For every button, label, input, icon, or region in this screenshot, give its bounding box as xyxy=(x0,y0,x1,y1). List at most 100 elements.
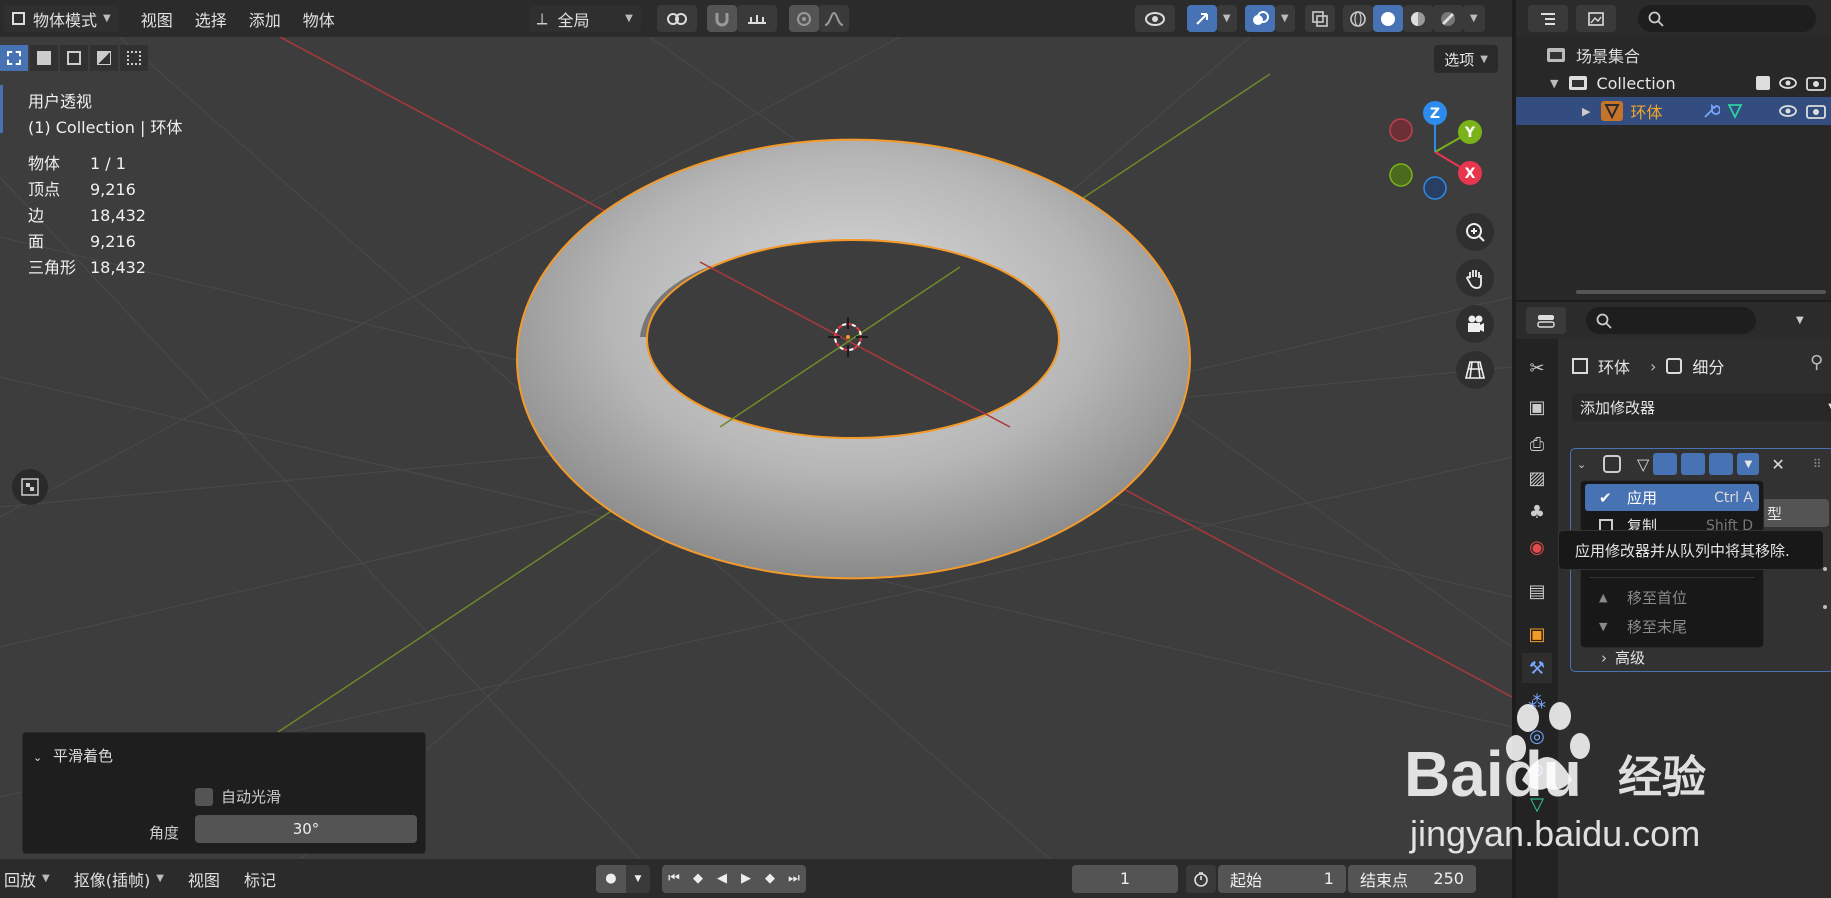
timeline-marker-menu[interactable]: 标记 xyxy=(236,865,284,892)
menu-item-move-first[interactable]: ▲ 移至首位 xyxy=(1585,584,1759,611)
keying-dropdown-small[interactable]: ▼ xyxy=(625,864,650,893)
proportional-edit-toggle[interactable] xyxy=(788,5,819,32)
outliner-row-torus[interactable]: ▶ 环体 xyxy=(1516,97,1831,125)
visibility-dropdown[interactable] xyxy=(1134,5,1175,32)
play-reverse-button[interactable]: ◀ xyxy=(709,864,734,893)
prev-keyframe-button[interactable]: ◆ xyxy=(685,864,710,893)
modifier-menu-dropdown[interactable]: ▼ xyxy=(1737,453,1760,475)
tab-view-layer[interactable]: ▨ xyxy=(1522,463,1552,493)
add-modifier-button[interactable]: 添加修改器 ▼ xyxy=(1572,393,1831,421)
mode-dropdown[interactable]: 物体模式 ▼ xyxy=(4,5,119,32)
shading-wireframe-button[interactable] xyxy=(1342,5,1373,32)
menu-add[interactable]: 添加 xyxy=(241,5,289,32)
tab-output[interactable]: ⎙ xyxy=(1522,429,1552,459)
overlays-dropdown[interactable]: ▼ xyxy=(1274,5,1295,32)
close-icon[interactable]: ✕ xyxy=(1771,455,1784,474)
outliner-scrollbar[interactable] xyxy=(1576,290,1826,294)
decorator-dot[interactable] xyxy=(1823,605,1827,609)
disclosure-triangle-icon[interactable]: ▼ xyxy=(1550,77,1558,90)
timeline-view-menu[interactable]: 视图 xyxy=(180,865,228,892)
tab-render[interactable]: ▣ xyxy=(1522,392,1552,422)
next-keyframe-button[interactable]: ◆ xyxy=(757,864,782,893)
decorator-dot[interactable] xyxy=(1823,567,1827,571)
select-extend-button[interactable] xyxy=(30,45,58,71)
exclude-checkbox[interactable] xyxy=(1756,76,1770,90)
snap-target-dropdown[interactable] xyxy=(736,5,777,32)
transform-orientation-dropdown[interactable]: ⟂ 全局 ▼ xyxy=(528,5,641,32)
play-button[interactable]: ▶ xyxy=(733,864,758,893)
auto-keying-button[interactable]: ● xyxy=(595,864,626,893)
outliner-row-scene-collection[interactable]: 场景集合 xyxy=(1516,41,1831,69)
camera-render-icon[interactable] xyxy=(1806,75,1826,91)
xray-toggle[interactable] xyxy=(1304,5,1335,32)
angle-field[interactable]: 30° xyxy=(195,815,417,843)
tab-modifiers[interactable]: ⚒ xyxy=(1522,653,1552,683)
editor-type-dropdown[interactable] xyxy=(1528,5,1568,32)
wrench-icon[interactable] xyxy=(1702,102,1720,120)
menu-item-apply[interactable]: ✔ 应用 Ctrl A xyxy=(1585,484,1759,511)
tab-tool[interactable]: ✂ xyxy=(1522,353,1552,383)
projection-toggle-button[interactable] xyxy=(1456,351,1494,389)
outliner-search-input[interactable] xyxy=(1638,5,1816,32)
tab-scene[interactable]: ♣ xyxy=(1522,497,1552,527)
eye-icon[interactable] xyxy=(1778,76,1798,90)
start-frame-field[interactable]: 起始 1 xyxy=(1217,864,1346,893)
camera-view-button[interactable] xyxy=(1456,305,1494,343)
vertex-data-icon[interactable] xyxy=(1726,102,1744,120)
menu-view[interactable]: 视图 xyxy=(133,5,181,32)
display-mode-dropdown[interactable] xyxy=(1576,5,1616,32)
edit-mode-toggle-icon[interactable]: ▽ xyxy=(1637,455,1649,474)
gizmo-neg-y[interactable] xyxy=(1389,163,1413,187)
menu-select[interactable]: 选择 xyxy=(187,5,235,32)
select-invert-button[interactable] xyxy=(90,45,118,71)
gizmo-neg-z[interactable] xyxy=(1423,176,1447,200)
camera-render-icon[interactable] xyxy=(1806,103,1826,119)
cage-toggle-icon[interactable] xyxy=(1653,453,1678,475)
toolbar-toggle-button[interactable] xyxy=(12,469,48,505)
eye-icon[interactable] xyxy=(1778,104,1798,118)
advanced-subpanel[interactable]: › 高级 xyxy=(1601,647,1645,668)
outliner-row-collection[interactable]: ▼ Collection xyxy=(1516,69,1831,97)
snap-toggle[interactable] xyxy=(706,5,737,32)
gizmo-neg-x[interactable] xyxy=(1389,118,1413,142)
pan-button[interactable] xyxy=(1456,259,1494,297)
render-toggle-icon[interactable] xyxy=(1709,453,1734,475)
shading-rendered-button[interactable] xyxy=(1432,5,1463,32)
jump-start-button[interactable]: ⏮ xyxy=(661,864,686,893)
properties-search-input[interactable] xyxy=(1586,307,1756,334)
panel-header[interactable]: ⌄ 平滑着色 xyxy=(33,745,113,766)
playback-dropdown[interactable]: 回放 ▼ xyxy=(0,865,58,892)
frame-range-toggle[interactable] xyxy=(1185,864,1216,893)
select-subtract-button[interactable] xyxy=(60,45,88,71)
torus-object[interactable] xyxy=(515,138,1192,580)
select-new-button[interactable] xyxy=(0,45,28,71)
menu-object[interactable]: 物体 xyxy=(295,5,343,32)
tab-world[interactable]: ◉ xyxy=(1522,532,1552,562)
navigation-gizmo[interactable]: Z Y X xyxy=(1380,97,1490,207)
jump-end-button[interactable]: ⏭ xyxy=(781,864,806,893)
tab-collection[interactable]: ▤ xyxy=(1522,576,1552,606)
end-frame-field[interactable]: 结束点 250 xyxy=(1347,864,1476,893)
editor-type-dropdown[interactable] xyxy=(1526,307,1566,334)
shading-solid-button[interactable] xyxy=(1372,5,1403,32)
expand-triangle-icon[interactable]: ▶ xyxy=(1582,105,1590,118)
pivot-point-button[interactable] xyxy=(656,5,697,32)
pin-icon[interactable]: ⚲ xyxy=(1810,352,1823,373)
menu-item-move-last[interactable]: ▼ 移至末尾 xyxy=(1585,613,1759,640)
overlays-toggle[interactable] xyxy=(1244,5,1275,32)
auto-smooth-checkbox[interactable]: 自动光滑 xyxy=(195,786,281,807)
falloff-dropdown[interactable] xyxy=(818,5,849,32)
chevron-down-icon[interactable]: ▼ xyxy=(1796,315,1804,326)
gizmo-toggle[interactable] xyxy=(1186,5,1217,32)
tab-object[interactable]: ▣ xyxy=(1522,619,1552,649)
current-frame-field[interactable]: 1 xyxy=(1071,864,1178,893)
options-dropdown[interactable]: 选项 ▼ xyxy=(1434,45,1498,73)
select-intersect-button[interactable] xyxy=(120,45,148,71)
keying-dropdown[interactable]: 抠像(插帧) ▼ xyxy=(66,865,172,892)
viewport-toggle-icon[interactable] xyxy=(1681,453,1706,475)
3d-viewport[interactable]: 选项 ▼ 用户透视 (1) Collection | 环体 物体 1 / 1 顶点… xyxy=(0,37,1512,859)
zoom-button[interactable] xyxy=(1456,213,1494,251)
shading-dropdown[interactable]: ▼ xyxy=(1462,5,1485,32)
gizmo-dropdown[interactable]: ▼ xyxy=(1216,5,1237,32)
chevron-down-icon[interactable]: ⌄ xyxy=(1577,458,1593,471)
